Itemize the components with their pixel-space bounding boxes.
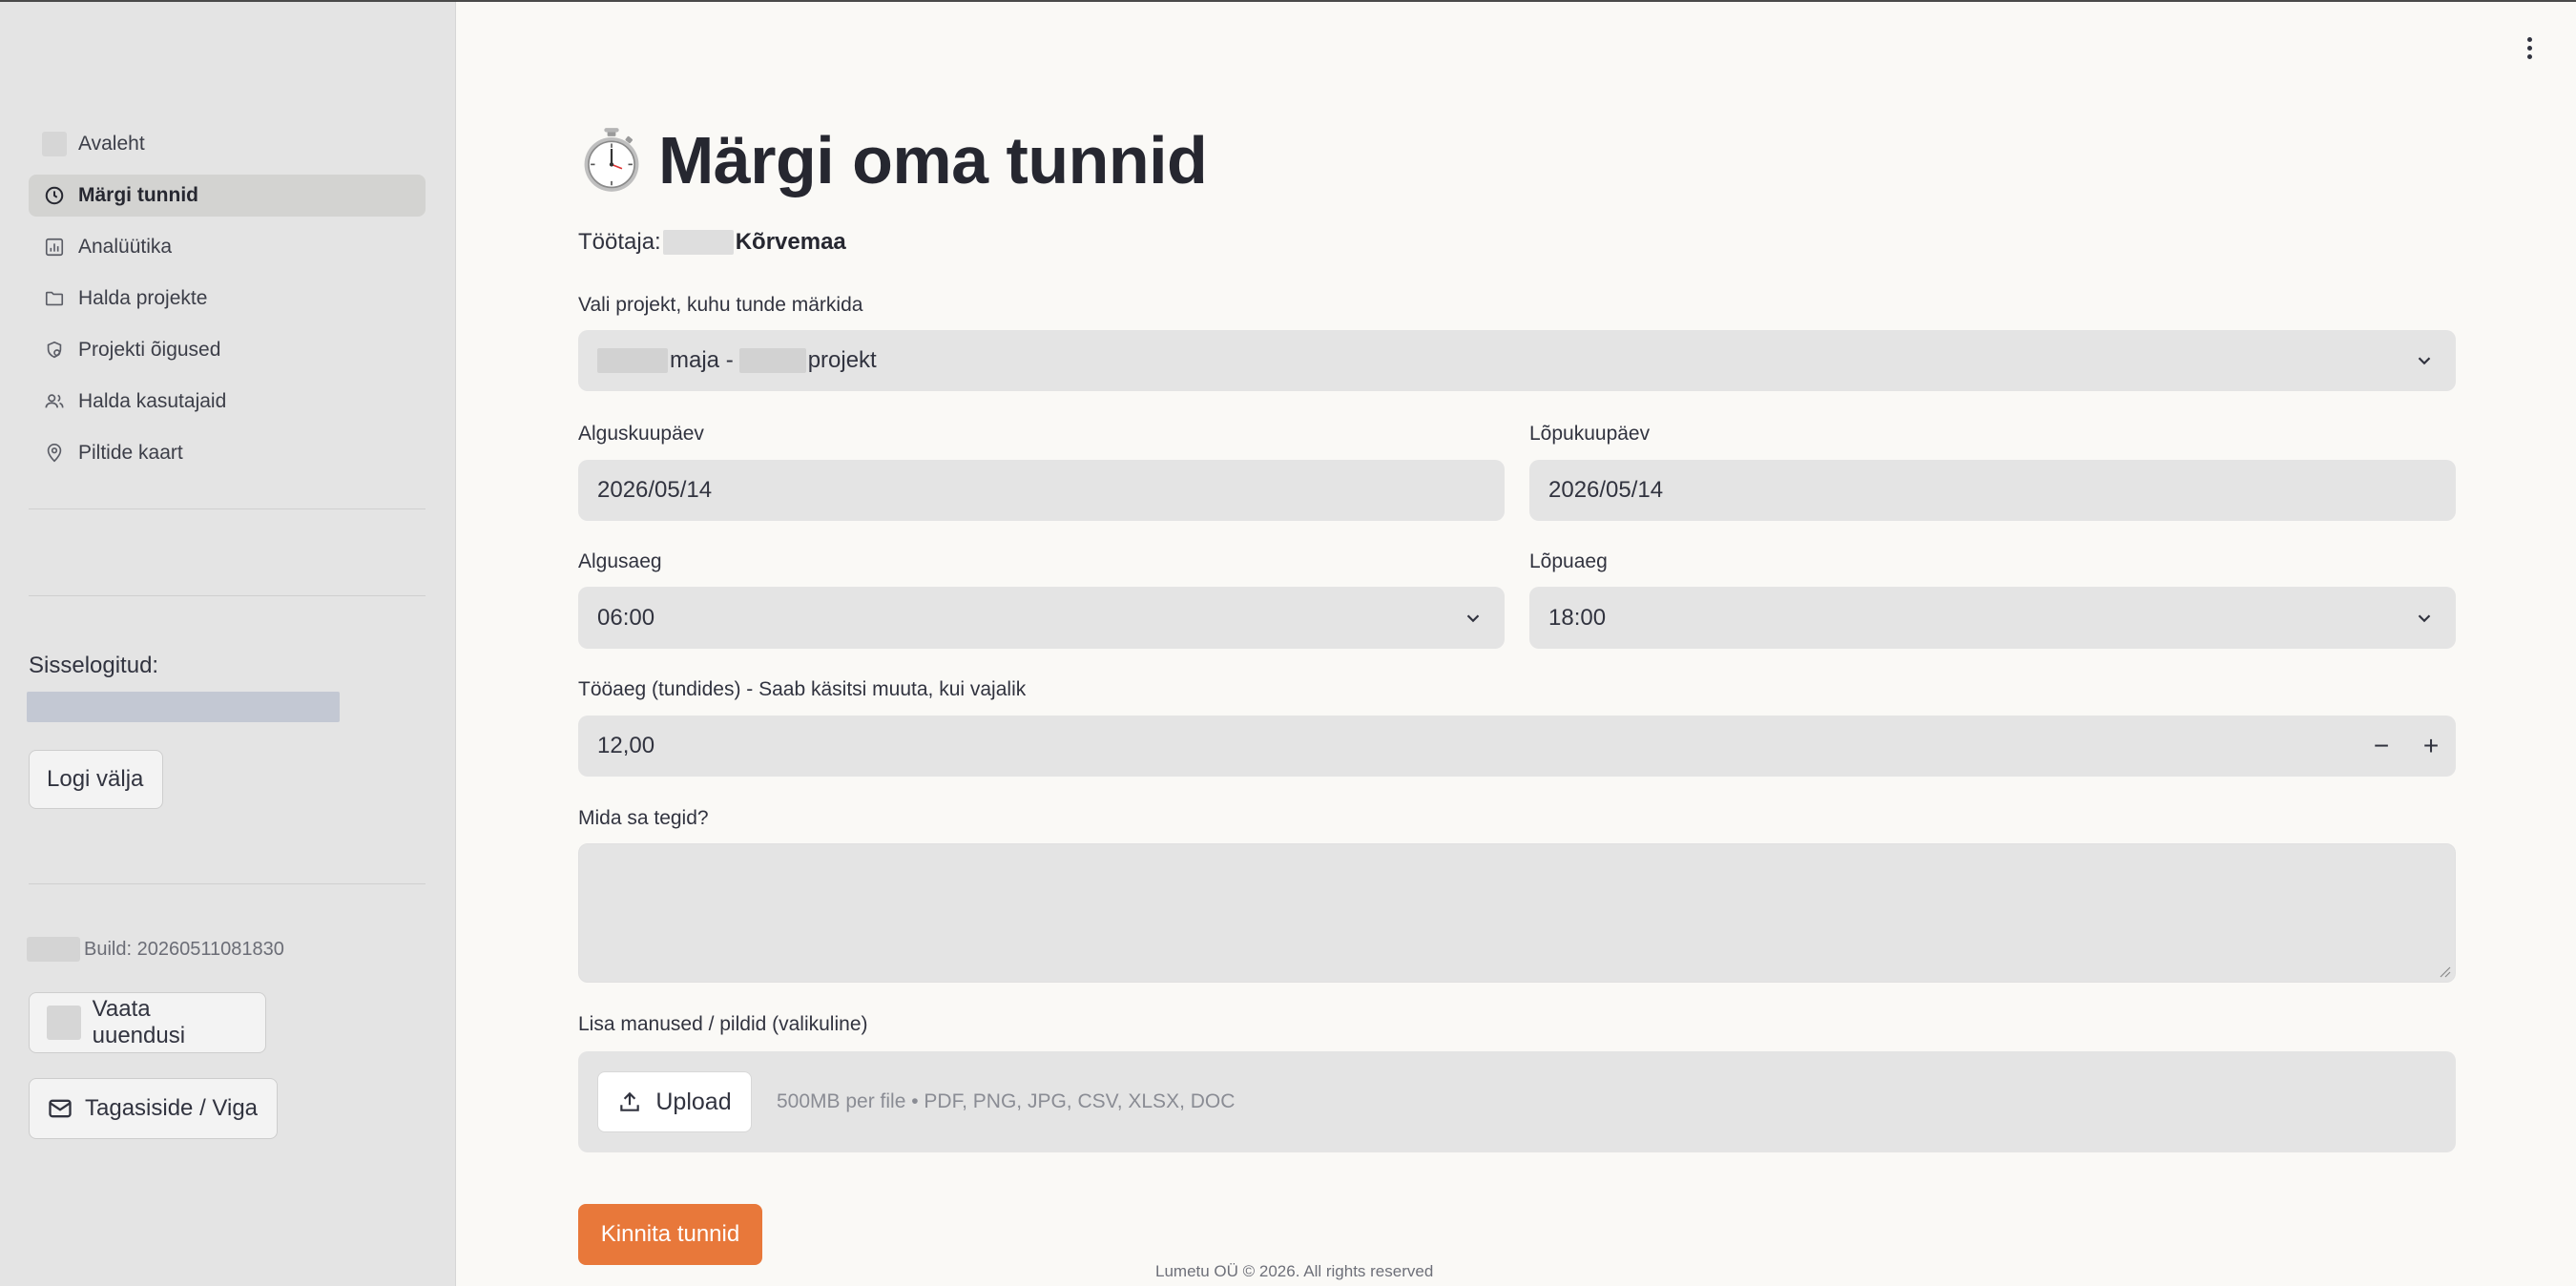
- sidebar-item-label: Avaleht: [78, 133, 145, 155]
- work-hours-input[interactable]: 12,00 − +: [578, 716, 2456, 777]
- upload-hint: 500MB per file • PDF, PNG, JPG, CSV, XLS…: [777, 1090, 1236, 1112]
- map-pin-icon: [40, 439, 69, 467]
- description-label: Mida sa tegid?: [578, 807, 709, 829]
- build-info: Build: 20260511081830: [27, 937, 284, 962]
- clock-icon: [40, 181, 69, 210]
- project-select-value: maja - projekt: [597, 347, 877, 374]
- upload-button[interactable]: Upload: [597, 1071, 752, 1132]
- sidebar-item-manage-projects[interactable]: Halda projekte: [29, 278, 426, 320]
- end-date-label: Lõpukuupäev: [1529, 423, 1651, 445]
- bar-chart-icon: [40, 233, 69, 261]
- worker-prefix: Töötaja:: [578, 229, 661, 255]
- sidebar-item-project-permissions[interactable]: Projekti õigused: [29, 329, 426, 371]
- start-time-label: Algusaeg: [578, 550, 662, 572]
- view-updates-label: Vaata uuendusi: [92, 996, 186, 1048]
- end-date-input[interactable]: 2026/05/14: [1529, 460, 2456, 521]
- upload-button-label: Upload: [655, 1088, 732, 1115]
- updates-icon: [47, 1006, 81, 1040]
- project-value-part1: maja -: [670, 347, 734, 373]
- start-date-label: Alguskuupäev: [578, 423, 704, 445]
- sidebar-item-photo-map[interactable]: Piltide kaart: [29, 432, 426, 474]
- chevron-down-icon: [2418, 357, 2431, 365]
- upload-icon: [620, 1091, 640, 1111]
- end-time-label: Lõpuaeg: [1529, 550, 1608, 572]
- work-hours-value: 12,00: [597, 733, 655, 758]
- chevron-down-icon: [1466, 613, 1480, 622]
- resize-handle-icon[interactable]: [2438, 964, 2451, 978]
- sidebar-item-manage-users[interactable]: Halda kasutajaid: [29, 381, 426, 423]
- chevron-down-icon: [2418, 613, 2431, 622]
- sidebar-divider: [29, 883, 426, 884]
- submit-hours-button[interactable]: Kinnita tunnid: [578, 1204, 762, 1265]
- decrement-button[interactable]: −: [2357, 716, 2406, 777]
- users-icon: [40, 387, 69, 416]
- sidebar-item-home[interactable]: Avaleht: [29, 123, 426, 165]
- build-label: Build: 20260511081830: [84, 938, 284, 960]
- page-title-text: Märgi oma tunnid: [658, 123, 1208, 197]
- logged-in-user-redacted: [27, 692, 340, 722]
- work-hours-label: Tööaeg (tundides) - Saab käsitsi muuta, …: [578, 678, 1027, 700]
- worker-name: Kõrvemaa: [735, 229, 846, 255]
- sidebar-nav: Avaleht Märgi tunnid Analüütika Halda pr…: [29, 123, 426, 484]
- shield-user-icon: [40, 336, 69, 364]
- worker-info: Töötaja: Kõrvemaa: [578, 229, 846, 256]
- feedback-button[interactable]: Tagasiside / Viga: [29, 1078, 278, 1139]
- start-date-value: 2026/05/14: [597, 477, 713, 503]
- attachments-label: Lisa manused / pildid (valikuline): [578, 1013, 868, 1035]
- sidebar-item-label: Piltide kaart: [78, 442, 183, 464]
- sidebar-item-label: Projekti õigused: [78, 339, 221, 361]
- sidebar-item-label: Halda projekte: [78, 287, 208, 309]
- folder-icon: [40, 284, 69, 313]
- sidebar-item-analytics[interactable]: Analüütika: [29, 226, 426, 268]
- sidebar-divider: [29, 595, 426, 596]
- start-time-value: 06:00: [597, 604, 655, 631]
- project-value-part2: projekt: [807, 347, 877, 373]
- worker-first-name-redacted: [662, 230, 734, 255]
- end-time-value: 18:00: [1548, 604, 1607, 631]
- mail-icon: [49, 1099, 72, 1118]
- build-icon: [27, 937, 80, 962]
- logout-button[interactable]: Logi välja: [29, 750, 163, 809]
- stopwatch-icon: [584, 128, 639, 192]
- increment-button[interactable]: +: [2406, 716, 2456, 777]
- footer-text: Lumetu OÜ © 2026. All rights reserved: [1155, 1262, 1434, 1280]
- feedback-label: Tagasiside / Viga: [85, 1095, 259, 1121]
- sidebar: Avaleht Märgi tunnid Analüütika Halda pr…: [0, 2, 456, 1286]
- description-textarea[interactable]: [578, 843, 2456, 983]
- sidebar-item-label: Halda kasutajaid: [78, 390, 227, 412]
- project-select[interactable]: maja - projekt: [578, 330, 2456, 391]
- sidebar-item-label: Analüütika: [78, 236, 173, 258]
- home-icon: [40, 130, 69, 158]
- page-title: Märgi oma tunnid: [578, 116, 1208, 204]
- start-date-input[interactable]: 2026/05/14: [578, 460, 1505, 521]
- end-date-value: 2026/05/14: [1548, 477, 1664, 503]
- view-updates-button[interactable]: Vaata uuendusi: [29, 992, 266, 1053]
- sidebar-item-label: Märgi tunnid: [78, 184, 198, 206]
- sidebar-divider: [29, 508, 426, 509]
- project-select-label: Vali projekt, kuhu tunde märkida: [578, 294, 863, 316]
- logout-button-label: Logi välja: [47, 766, 144, 792]
- sidebar-item-mark-hours[interactable]: Märgi tunnid: [29, 175, 426, 217]
- end-time-select[interactable]: 18:00: [1529, 587, 2456, 649]
- submit-hours-label: Kinnita tunnid: [600, 1221, 740, 1247]
- logged-in-label: Sisselogitud:: [29, 653, 159, 678]
- more-options-icon[interactable]: [2517, 31, 2542, 65]
- quantity-stepper: − +: [2357, 716, 2456, 777]
- file-dropzone[interactable]: Upload 500MB per file • PDF, PNG, JPG, C…: [578, 1051, 2456, 1152]
- start-time-select[interactable]: 06:00: [578, 587, 1505, 649]
